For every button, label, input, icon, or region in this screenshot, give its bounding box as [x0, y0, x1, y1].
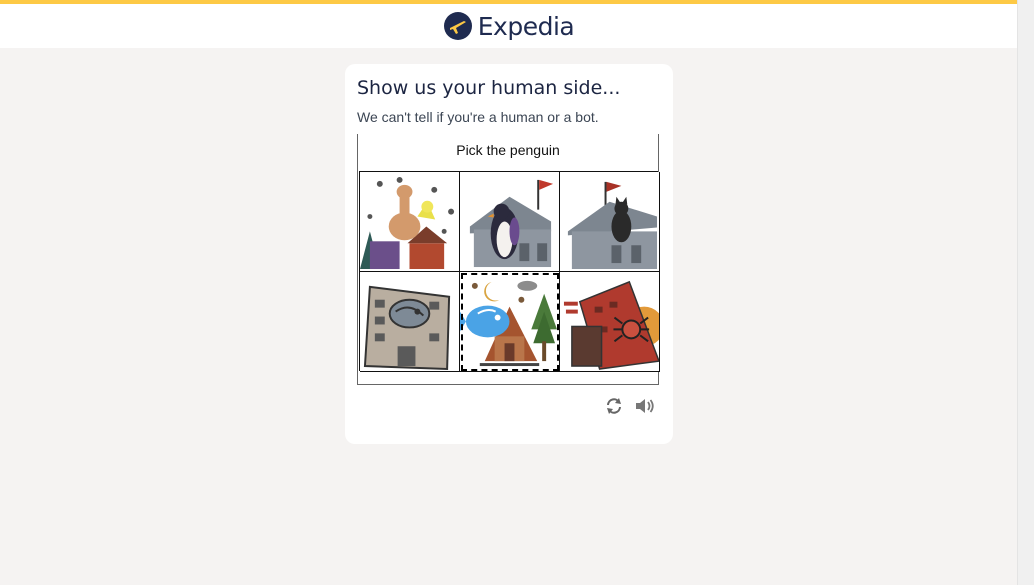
captcha-tile-1[interactable] — [360, 172, 460, 272]
header: Expedia — [0, 4, 1018, 48]
verification-card: Show us your human side... We can't tell… — [345, 64, 673, 444]
scrollbar[interactable] — [1017, 0, 1034, 585]
captcha-tile-4[interactable] — [360, 272, 460, 372]
card-title: Show us your human side... — [357, 77, 621, 99]
captcha-challenge: Pick the penguin — [357, 134, 660, 385]
speaker-icon — [636, 399, 654, 413]
captcha-tile-5[interactable] — [460, 272, 560, 372]
cat-house-flag-icon — [567, 181, 658, 270]
captcha-tile-3[interactable] — [560, 172, 660, 272]
plane-globe-icon — [443, 12, 472, 40]
refresh-icon — [607, 398, 621, 414]
creature-office-building-icon — [363, 285, 451, 371]
penguin-house-flag-icon — [469, 179, 554, 268]
card-subtitle: We can't tell if you're a human or a bot… — [357, 109, 599, 125]
brand-logo[interactable]: Expedia — [443, 11, 575, 41]
captcha-tile-2[interactable] — [460, 172, 560, 272]
fish-cabin-forest-icon — [460, 280, 558, 367]
spider-red-building-icon — [563, 280, 659, 370]
llama-bird-village-icon — [360, 176, 455, 270]
audio-button[interactable] — [635, 395, 657, 417]
captcha-grid — [359, 171, 660, 372]
captcha-tile-6[interactable] — [560, 272, 660, 372]
refresh-button[interactable] — [603, 395, 625, 417]
brand-name: Expedia — [477, 11, 575, 41]
captcha-prompt: Pick the penguin — [456, 142, 560, 158]
captcha-controls — [603, 395, 657, 417]
